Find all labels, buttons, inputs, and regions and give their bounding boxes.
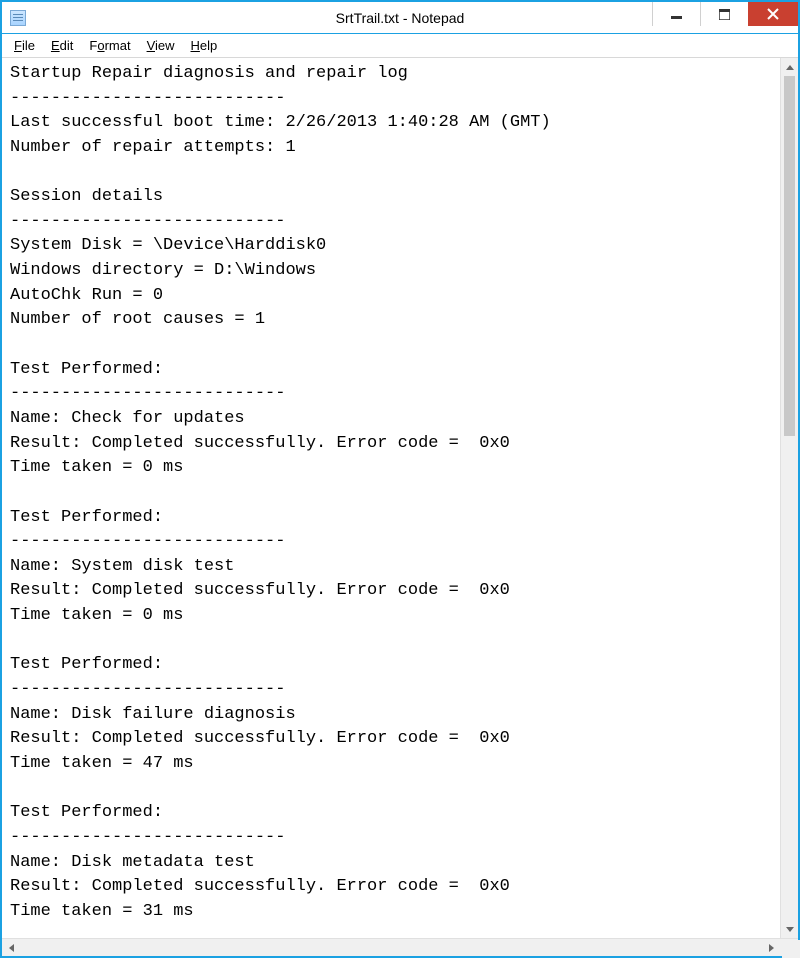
scroll-corner	[782, 940, 800, 958]
menu-format[interactable]: Format	[81, 36, 138, 55]
menu-help[interactable]: Help	[183, 36, 226, 55]
scroll-left-arrow-icon[interactable]	[2, 939, 20, 957]
maximize-icon	[719, 9, 730, 20]
scroll-up-arrow-icon[interactable]	[781, 58, 798, 76]
bottom-scroll-row	[2, 938, 798, 956]
menubar: File Edit Format View Help	[2, 34, 798, 58]
horizontal-scrollbar[interactable]	[2, 938, 798, 956]
vertical-scrollbar[interactable]	[780, 58, 798, 938]
window-controls	[652, 2, 798, 26]
minimize-button[interactable]	[652, 2, 700, 26]
content-area: Startup Repair diagnosis and repair log …	[2, 58, 798, 938]
close-button[interactable]	[748, 2, 798, 26]
scroll-thumb[interactable]	[784, 76, 795, 436]
menu-file[interactable]: File	[6, 36, 43, 55]
close-icon	[767, 8, 779, 20]
scroll-right-arrow-icon[interactable]	[762, 939, 780, 957]
text-editor[interactable]: Startup Repair diagnosis and repair log …	[2, 58, 780, 938]
menu-view[interactable]: View	[139, 36, 183, 55]
maximize-button[interactable]	[700, 2, 748, 26]
window-title: SrtTrail.txt - Notepad	[336, 10, 465, 26]
scroll-down-arrow-icon[interactable]	[781, 920, 798, 938]
titlebar[interactable]: SrtTrail.txt - Notepad	[2, 2, 798, 34]
minimize-icon	[671, 9, 682, 20]
menu-edit[interactable]: Edit	[43, 36, 81, 55]
notepad-window: SrtTrail.txt - Notepad File Edit Format …	[0, 0, 800, 958]
notepad-icon	[10, 10, 26, 26]
